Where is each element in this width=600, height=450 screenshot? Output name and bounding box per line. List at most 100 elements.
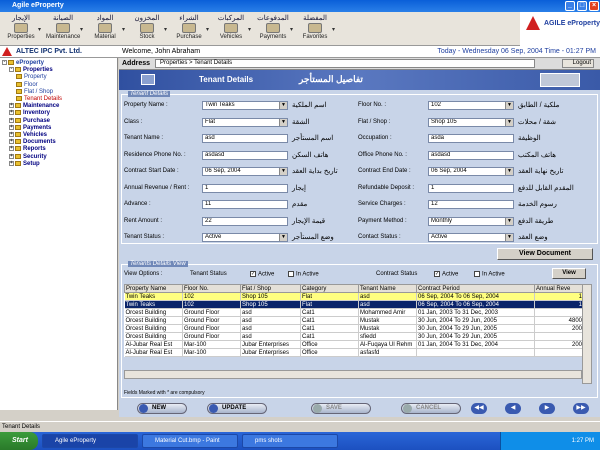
property-name-select[interactable]: Twin Teaks ▼ bbox=[202, 101, 288, 110]
toolbar-stock[interactable]: المخزون Stock bbox=[130, 14, 164, 44]
toolbar-payments[interactable]: المدفوعات Payments bbox=[256, 14, 290, 44]
tree-item[interactable]: - eProperty bbox=[2, 60, 44, 66]
dropdown-arrow-icon[interactable]: ▼ bbox=[505, 168, 513, 175]
advance-field[interactable]: 11 bbox=[202, 200, 288, 209]
toolbar-maintenance[interactable]: الصيانة Maintenance bbox=[46, 14, 80, 44]
dropdown-arrow-icon[interactable]: ▼ bbox=[279, 102, 287, 109]
expand-icon[interactable]: + bbox=[9, 103, 14, 109]
occupation-field[interactable]: asda bbox=[428, 134, 514, 143]
start-button[interactable]: Start bbox=[0, 432, 38, 450]
view-button[interactable]: View bbox=[552, 268, 586, 279]
grid-column-header[interactable]: Floor No. bbox=[182, 284, 241, 293]
dropdown-arrow-icon[interactable]: ▼ bbox=[505, 234, 513, 241]
expand-icon[interactable]: + bbox=[9, 117, 14, 123]
new-button[interactable]: NEW bbox=[137, 403, 187, 414]
table-row[interactable]: Twin Teaks 102 Shop 105 Flat asd 06 Sep, 2004… bbox=[124, 300, 583, 309]
tenant-active-checkbox[interactable]: ✓ Active bbox=[250, 271, 274, 278]
tree-item[interactable]: + Documents bbox=[9, 139, 56, 145]
table-row[interactable]: Orcest Building Ground Floor asd Cat1 Mustak… bbox=[124, 324, 583, 333]
tree-item[interactable]: + Vehicles bbox=[9, 132, 47, 138]
tree-item[interactable]: + Payments bbox=[9, 124, 51, 131]
tree-item[interactable]: + Maintenance bbox=[9, 103, 59, 109]
previous-record-button[interactable]: ◀ bbox=[505, 403, 521, 414]
grid-column-header[interactable]: Tenant Name bbox=[358, 284, 417, 293]
expand-icon[interactable]: - bbox=[2, 60, 7, 65]
tree-item[interactable]: - Properties bbox=[9, 67, 53, 73]
table-row[interactable]: Orcest Building Ground Floor asd Cat1 Mohamm… bbox=[124, 308, 583, 317]
expand-icon[interactable]: + bbox=[9, 132, 14, 137]
expand-icon[interactable]: + bbox=[9, 153, 14, 159]
table-row[interactable]: Orcest Building Ground Floor asd Cat1 Mustak… bbox=[124, 316, 583, 325]
dropdown-arrow-icon[interactable]: ▼ bbox=[279, 168, 287, 175]
toolbar-dropdown-icon[interactable]: ▾ bbox=[332, 26, 338, 33]
payment-method-select[interactable]: Monthly ▼ bbox=[428, 216, 514, 226]
grid-column-header[interactable]: Category bbox=[300, 284, 359, 293]
dropdown-arrow-icon[interactable]: ▼ bbox=[279, 118, 287, 126]
expand-icon[interactable]: + bbox=[9, 124, 14, 130]
toolbar-purchase[interactable]: الشراء Purchase bbox=[172, 14, 206, 44]
view-document-button[interactable]: View Document bbox=[497, 248, 593, 260]
tree-item[interactable]: Property bbox=[16, 74, 47, 80]
update-button[interactable]: UPDATE bbox=[207, 403, 267, 414]
contact-status-select[interactable]: Active ▼ bbox=[428, 233, 514, 242]
grid-column-header[interactable]: Property Name bbox=[124, 284, 183, 293]
flat-shop-select[interactable]: Shop 105 ▼ bbox=[428, 117, 514, 127]
toolbar-dropdown-icon[interactable]: ▾ bbox=[248, 26, 254, 33]
table-row[interactable]: Al-Jubar Real Est Mar-100 Jubar Enterprise… bbox=[124, 340, 583, 349]
floor-no-select[interactable]: 102 ▼ bbox=[428, 101, 514, 110]
table-row[interactable]: Orcest Building Ground Floor asd Cat1 sfiedd… bbox=[124, 332, 583, 341]
expand-icon[interactable]: + bbox=[9, 146, 14, 152]
residence-phone-no-field[interactable]: asdasd bbox=[202, 150, 288, 160]
tree-item[interactable]: + Setup bbox=[9, 160, 40, 167]
task-pms-shots[interactable]: pms shots bbox=[242, 434, 338, 448]
service-charges-field[interactable]: 12 bbox=[428, 200, 514, 209]
tree-item[interactable]: Floor bbox=[16, 81, 38, 88]
table-row[interactable]: Al-Jubar Real Est Mar-100 Jubar Enterprise… bbox=[124, 348, 583, 357]
grid-column-header[interactable]: Contract Period bbox=[416, 284, 535, 293]
dropdown-arrow-icon[interactable]: ▼ bbox=[279, 234, 287, 241]
maximize-button[interactable]: □ bbox=[577, 1, 587, 11]
save-button[interactable]: SAVE bbox=[311, 403, 371, 414]
task-paint[interactable]: Material Cut.bmp - Paint bbox=[142, 434, 238, 448]
toolbar-dropdown-icon[interactable]: ▾ bbox=[164, 26, 170, 33]
tree-item[interactable]: + Security bbox=[9, 153, 47, 160]
last-record-button[interactable]: ▶▶ bbox=[573, 403, 589, 414]
tenant-inactive-checkbox[interactable]: In Active bbox=[288, 271, 319, 278]
grid-column-header[interactable]: Annual Reve bbox=[534, 284, 583, 293]
toolbar-dropdown-icon[interactable]: ▾ bbox=[80, 26, 86, 33]
toolbar-properties[interactable]: الإيجار Properties bbox=[4, 14, 38, 44]
close-button[interactable]: × bbox=[589, 1, 599, 11]
dropdown-arrow-icon[interactable]: ▼ bbox=[505, 102, 513, 109]
rent-amount-field[interactable]: 22 bbox=[202, 216, 288, 226]
contract-end-date-select[interactable]: 06 Sep, 2004 ▼ bbox=[428, 167, 514, 176]
contract-inactive-checkbox[interactable]: In Active bbox=[474, 271, 505, 278]
toolbar-dropdown-icon[interactable]: ▾ bbox=[206, 26, 212, 33]
tree-item[interactable]: Tenant Details bbox=[16, 96, 62, 102]
refundable-deposit-field[interactable]: 1 bbox=[428, 183, 514, 193]
annual-revenue-rent-field[interactable]: 1 bbox=[202, 183, 288, 193]
toolbar-dropdown-icon[interactable]: ▾ bbox=[38, 26, 44, 33]
grid-column-header[interactable]: Flat / Shop bbox=[240, 284, 301, 293]
office-phone-no-field[interactable]: asdasd bbox=[428, 150, 514, 160]
toolbar-vehicles[interactable]: المركبات Vehicles bbox=[214, 14, 248, 44]
toolbar-dropdown-icon[interactable]: ▾ bbox=[122, 26, 128, 33]
tree-item[interactable]: + Purchase bbox=[9, 117, 50, 124]
expand-icon[interactable]: + bbox=[9, 139, 14, 145]
grid-horizontal-scrollbar[interactable] bbox=[124, 370, 582, 379]
tree-item[interactable]: Flat / Shop bbox=[16, 88, 53, 95]
minimize-button[interactable]: _ bbox=[565, 1, 575, 11]
toolbar-material[interactable]: المواد Material bbox=[88, 14, 122, 44]
dropdown-arrow-icon[interactable]: ▼ bbox=[505, 118, 513, 126]
tenant-status-select[interactable]: Active ▼ bbox=[202, 233, 288, 242]
toolbar-favorites[interactable]: المفضلة Favorites bbox=[298, 14, 332, 44]
toolbar-dropdown-icon[interactable]: ▾ bbox=[290, 26, 296, 33]
expand-icon[interactable]: + bbox=[9, 110, 14, 116]
contract-active-checkbox[interactable]: ✓ Active bbox=[434, 271, 458, 278]
table-row[interactable]: Twin Teaks 102 Shop 105 Flat asd 06 Sep, 2004… bbox=[124, 292, 583, 301]
expand-icon[interactable]: - bbox=[9, 67, 14, 73]
class-select[interactable]: Flat ▼ bbox=[202, 117, 288, 127]
tree-item[interactable]: + Inventory bbox=[9, 110, 50, 116]
next-record-button[interactable]: ▶ bbox=[539, 403, 555, 414]
first-record-button[interactable]: ◀◀ bbox=[471, 403, 487, 414]
logout-button[interactable]: Logout bbox=[562, 59, 594, 68]
